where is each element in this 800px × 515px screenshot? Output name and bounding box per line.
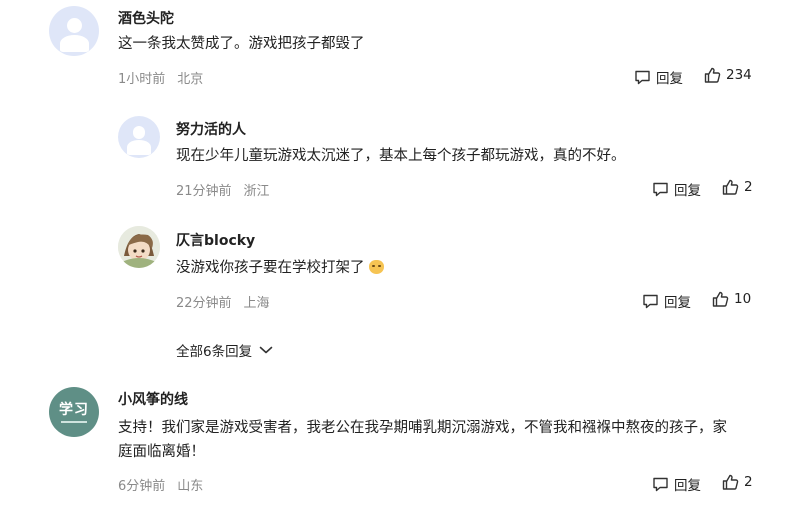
comment-location: 北京 (177, 72, 204, 87)
avatar[interactable]: 学习 (49, 387, 99, 437)
avatar[interactable] (118, 226, 160, 268)
reply-label: 回复 (674, 183, 701, 199)
smile-emoji-icon (368, 260, 384, 274)
username[interactable]: 小风筝的线 (118, 389, 188, 409)
reply-button[interactable]: 回复 (642, 291, 691, 311)
comment-bubble-icon (643, 294, 658, 309)
comment-time: 21分钟前 (176, 184, 232, 199)
like-count: 234 (726, 67, 752, 83)
comment-time: 1小时前 (118, 72, 166, 87)
reply-label: 回复 (656, 71, 683, 87)
comment-text-line-2: 庭面临离婚！ (118, 444, 205, 460)
thumbs-up-icon (704, 67, 721, 83)
expand-replies-button[interactable]: 全部6条回复 (176, 340, 273, 360)
username[interactable]: 努力活的人 (176, 119, 246, 139)
like-button[interactable]: 2 (722, 179, 753, 195)
avatar-decoration (61, 421, 87, 423)
thumbs-up-icon (712, 291, 729, 307)
avatar-body (59, 35, 89, 52)
username[interactable]: 仄言blocky (176, 230, 255, 250)
reply-label: 回复 (664, 295, 691, 311)
avatar[interactable] (118, 116, 160, 158)
like-button[interactable]: 2 (722, 474, 753, 490)
comment-text-line-1: 支持！我们家是游戏受害者，我老公在我孕期哺乳期沉溺游戏，不管我和襁褓中熬夜的孩子… (118, 420, 727, 436)
like-count: 2 (744, 179, 753, 195)
reply-button[interactable]: 回复 (634, 67, 683, 87)
like-button[interactable]: 10 (712, 291, 751, 307)
comment-bubble-icon (635, 70, 650, 85)
comment-meta: 21分钟前 浙江 (176, 180, 270, 199)
avatar-head (66, 18, 82, 33)
like-count: 2 (744, 474, 753, 490)
avatar-head (132, 126, 146, 139)
comment-location: 山东 (177, 479, 204, 494)
thumbs-up-icon (722, 179, 739, 195)
comment-bubble-icon (653, 182, 668, 197)
username[interactable]: 酒色头陀 (118, 8, 174, 28)
reply-button[interactable]: 回复 (652, 179, 701, 199)
comment-text-content: 没游戏你孩子要在学校打架了 (176, 260, 365, 276)
comment-meta: 6分钟前 山东 (118, 475, 203, 494)
comment-time: 6分钟前 (118, 479, 166, 494)
comment-meta: 1小时前 北京 (118, 68, 203, 87)
comment-meta: 22分钟前 上海 (176, 292, 270, 311)
comment-text: 这一条我太赞成了。游戏把孩子都毁了 (118, 36, 365, 52)
comment-text: 现在少年儿童玩游戏太沉迷了，基本上每个孩子都玩游戏，真的不好。 (176, 148, 626, 164)
expand-replies-label: 全部6条回复 (176, 344, 253, 360)
thumbs-up-icon (722, 474, 739, 490)
avatar[interactable] (49, 6, 99, 56)
comment-bubble-icon (653, 477, 668, 492)
reply-label: 回复 (674, 478, 701, 494)
chevron-down-icon (259, 346, 273, 354)
avatar-body (126, 140, 152, 155)
comment-time: 22分钟前 (176, 296, 232, 311)
avatar-text: 学习 (59, 402, 89, 418)
cartoon-avatar-image (118, 226, 160, 268)
like-count: 10 (734, 291, 752, 307)
reply-button[interactable]: 回复 (652, 474, 701, 494)
comment-location: 浙江 (243, 184, 270, 199)
comment-text: 没游戏你孩子要在学校打架了 (176, 256, 384, 280)
like-button[interactable]: 234 (704, 67, 752, 83)
comment-location: 上海 (243, 296, 270, 311)
